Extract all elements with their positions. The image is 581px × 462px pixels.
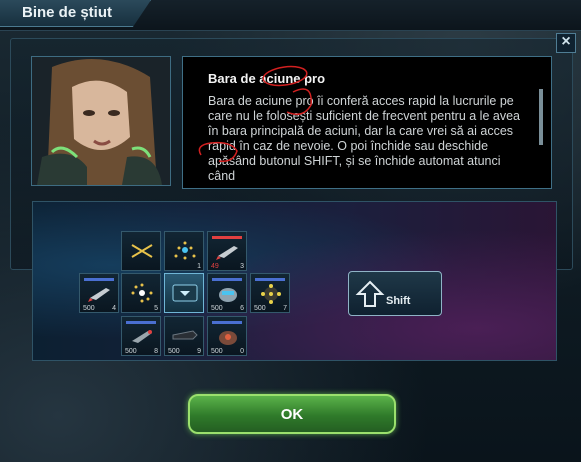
ammo-bar	[126, 321, 156, 324]
chevron-down-icon	[172, 284, 198, 302]
action-slot[interactable]: 5	[121, 273, 161, 313]
mine-icon	[261, 284, 281, 304]
info-box: Bara de aciune pro Bara de aciune pro îi…	[182, 56, 552, 189]
action-slot[interactable]: 500 9	[164, 316, 204, 356]
advisor-portrait-image	[32, 57, 170, 185]
ammo-bar	[212, 321, 242, 324]
info-body: Bara de aciune pro îi conferă acces rapi…	[208, 94, 520, 182]
drone-icon	[219, 331, 237, 345]
shift-label: Shift	[386, 295, 411, 307]
ammo-bar	[212, 278, 242, 281]
action-slot[interactable]	[121, 231, 161, 271]
action-slot[interactable]: 500 7	[250, 273, 290, 313]
rocket-icon	[132, 330, 152, 343]
action-slot[interactable]: 500 8	[121, 316, 161, 356]
action-slot[interactable]: 1	[164, 231, 204, 271]
collapse-bar-button[interactable]	[164, 273, 204, 313]
info-title: Bara de aciune pro	[208, 71, 326, 86]
drone-icon	[219, 288, 237, 302]
arrow-up-icon	[355, 280, 385, 307]
window-title: Bine de știut	[22, 4, 113, 21]
ammo-bar	[84, 278, 114, 281]
ok-button[interactable]: OK	[188, 394, 396, 434]
action-slot[interactable]: 49 3	[207, 231, 247, 271]
ammo-bar	[212, 236, 242, 239]
formation-icon	[131, 283, 153, 303]
formation-icon	[174, 241, 196, 260]
action-slot[interactable]: 500 6	[207, 273, 247, 313]
advisor-portrait	[31, 56, 171, 186]
ammo-bar	[255, 278, 285, 281]
shift-button[interactable]: Shift	[348, 271, 442, 316]
formation-icon	[131, 244, 153, 258]
action-slot[interactable]: 500 0	[207, 316, 247, 356]
ok-label: OK	[280, 406, 304, 423]
launcher-icon	[172, 330, 198, 340]
title-bar: Bine de știut	[0, 0, 581, 31]
scrollbar[interactable]	[539, 89, 543, 145]
close-icon[interactable]: ×	[556, 33, 576, 53]
rocket-icon	[216, 246, 238, 260]
action-slot[interactable]: 500 4	[79, 273, 119, 313]
rocket-icon	[88, 288, 110, 302]
